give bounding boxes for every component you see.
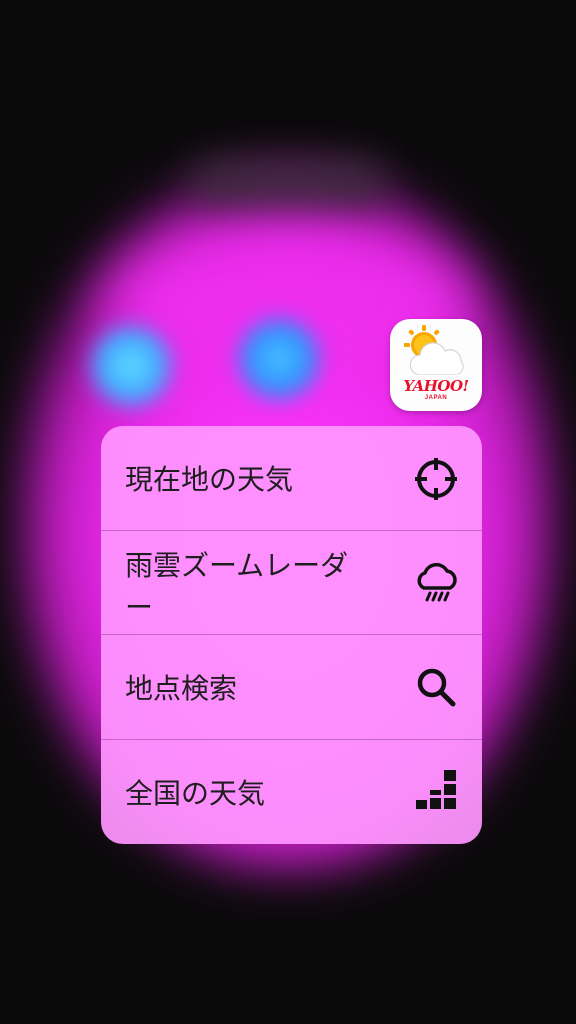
blurred-status-bar: [188, 160, 388, 208]
rain-cloud-icon: [411, 558, 461, 608]
japan-map-icon: [411, 766, 461, 816]
quick-action-current-location[interactable]: 現在地の天気: [101, 426, 482, 530]
blurred-app-icon: [90, 325, 172, 407]
yahoo-weather-app-icon[interactable]: YAHOO! JAPAN: [390, 319, 482, 411]
crosshair-icon: [411, 454, 461, 504]
search-icon: [411, 662, 461, 712]
quick-actions-menu: 現在地の天気 雨雲ズームレーダ ー 地点検索 全国の天気: [101, 426, 482, 844]
quick-action-rain-radar[interactable]: 雨雲ズームレーダ ー: [101, 530, 482, 634]
blurred-app-icon: [238, 318, 320, 400]
app-brand-sub: JAPAN: [424, 395, 448, 401]
quick-action-national-weather[interactable]: 全国の天気: [101, 739, 482, 843]
quick-action-label: 雨雲ズームレーダ ー: [125, 549, 349, 624]
quick-action-label: 現在地の天気: [125, 463, 294, 496]
quick-action-label: 地点検索: [125, 672, 238, 705]
quick-action-label: 全国の天気: [125, 777, 266, 810]
home-screen: YAHOO! JAPAN 現在地の天気 雨雲ズームレーダ ー 地点検索 全国の天…: [0, 0, 576, 1024]
app-brand-logo: YAHOO!: [403, 377, 469, 395]
quick-action-location-search[interactable]: 地点検索: [101, 634, 482, 738]
